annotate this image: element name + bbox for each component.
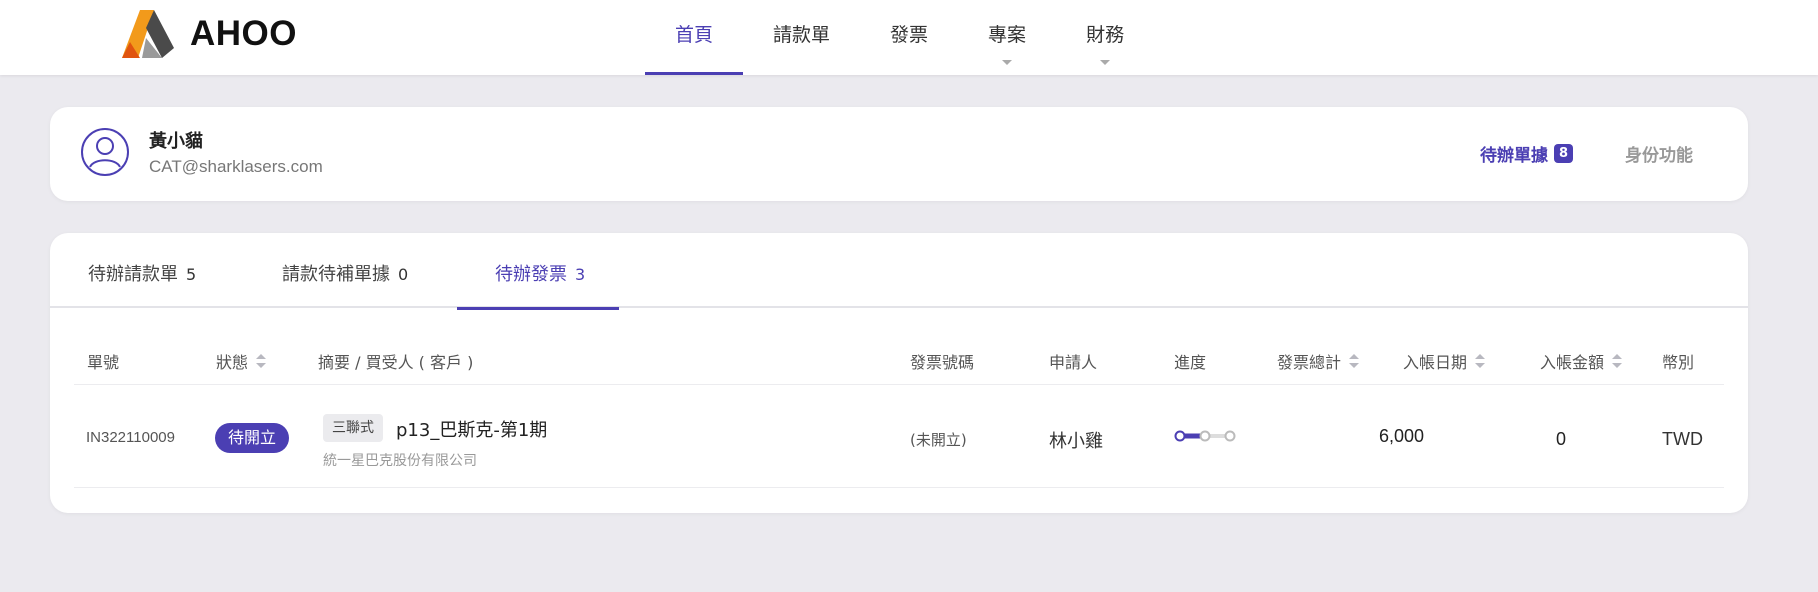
progress-steps-indicator (1174, 430, 1236, 442)
user-avatar-icon (81, 128, 129, 176)
col-header-progress: 進度 (1174, 349, 1206, 373)
table-row[interactable]: IN322110009 待開立 三聯式 p13_巴斯克-第1期 統一星巴克股份有… (74, 399, 1724, 488)
nav-invoices[interactable]: 發票 (860, 0, 958, 75)
progress-step-dot (1224, 430, 1236, 442)
col-header-label: 單號 (87, 353, 120, 372)
col-header-entry-amount[interactable]: 入帳金額 (1540, 349, 1623, 373)
tab-pending-invoices[interactable]: 待辦發票 3 (456, 233, 620, 310)
tab-label: 請款待補單據 (282, 264, 390, 285)
tab-count: 3 (575, 265, 586, 284)
chevron-down-icon (1002, 60, 1013, 65)
tab-label: 待辦請款單 (88, 264, 178, 285)
col-header-label: 發票總計 (1277, 353, 1342, 372)
table-header: 單號 狀態 摘要 / 買受人 ( 客戶 ) 發票號碼 申請人 進度 發票總計 入… (74, 335, 1724, 385)
nav-invoices-label: 發票 (890, 24, 929, 46)
invoice-type-tag: 三聯式 (323, 414, 383, 442)
row-applicant: 林小雞 (1049, 431, 1103, 452)
col-header-entry-date[interactable]: 入帳日期 (1403, 349, 1486, 373)
nav-home[interactable]: 首頁 (645, 0, 744, 75)
tab-bar: 待辦請款單 5 請款待補單據 0 待辦發票 3 (50, 233, 1748, 310)
col-header-invoice-no: 發票號碼 (910, 349, 974, 373)
nav-payment-requests-label: 請款單 (773, 24, 831, 46)
pending-items-card: 待辦請款單 5 請款待補單據 0 待辦發票 3 單號 狀態 摘要 / 買受人 ( 客戶… (50, 233, 1748, 513)
user-card: 黃小貓 CAT@sharklasers.com 待辦單據 8 身份功能 (50, 107, 1748, 201)
col-header-label: 申請人 (1049, 353, 1098, 372)
nav-payment-requests[interactable]: 請款單 (743, 0, 860, 75)
col-header-status[interactable]: 狀態 (216, 349, 267, 373)
user-email: CAT@sharklasers.com (149, 157, 323, 176)
sort-icon[interactable] (1612, 354, 1623, 368)
col-header-currency: 幣別 (1662, 349, 1694, 373)
progress-step-dot (1174, 430, 1186, 442)
brand-logo[interactable]: AHOO (118, 8, 297, 60)
col-header-label: 入帳日期 (1403, 353, 1468, 372)
nav-projects[interactable]: 專案 (958, 0, 1056, 75)
col-header-label: 發票號碼 (910, 353, 975, 372)
pending-documents-label: 待辦單據 (1480, 146, 1548, 166)
col-header-total[interactable]: 發票總計 (1277, 349, 1360, 373)
row-title[interactable]: p13_巴斯克-第1期 (396, 416, 547, 442)
row-invoice-no: (未開立) (910, 431, 967, 449)
col-header-summary: 摘要 / 買受人 ( 客戶 ) (318, 349, 473, 373)
tab-pending-payment-requests[interactable]: 待辦請款單 5 (88, 233, 196, 308)
tab-missing-documents[interactable]: 請款待補單據 0 (282, 233, 408, 308)
col-header-label: 入帳金額 (1540, 353, 1605, 372)
sort-icon[interactable] (1349, 354, 1360, 368)
nav-finance[interactable]: 財務 (1056, 0, 1154, 75)
col-header-label: 幣別 (1662, 353, 1695, 372)
status-badge[interactable]: 待開立 (215, 423, 290, 453)
main-nav: 首頁 請款單 發票 專案 財務 (645, 0, 1154, 75)
sort-icon[interactable] (1475, 354, 1486, 368)
row-entry-amount: 0 (1555, 429, 1566, 449)
col-header-id: 單號 (87, 349, 119, 373)
ahoo-logo-icon (122, 10, 174, 58)
sort-icon[interactable] (256, 354, 267, 368)
row-currency: TWD (1662, 429, 1703, 449)
user-name: 黃小貓 (149, 131, 203, 152)
nav-home-label: 首頁 (675, 24, 714, 46)
role-functions-link[interactable]: 身份功能 (1625, 141, 1693, 166)
nav-finance-label: 財務 (1086, 24, 1125, 46)
tab-label: 待辦發票 (495, 264, 567, 285)
brand-name: AHOO (190, 14, 297, 53)
progress-step-dot (1199, 430, 1211, 442)
row-total: 6,000 (1378, 426, 1424, 446)
row-id[interactable]: IN322110009 (86, 429, 175, 446)
col-header-label: 摘要 / 買受人 ( 客戶 ) (318, 353, 474, 372)
top-navbar: AHOO 首頁 請款單 發票 專案 財務 (0, 0, 1818, 75)
nav-projects-label: 專案 (988, 24, 1027, 46)
pending-documents-link[interactable]: 待辦單據 8 (1480, 141, 1574, 166)
col-header-applicant: 申請人 (1049, 349, 1097, 373)
col-header-label: 進度 (1174, 353, 1207, 372)
pending-count-badge: 8 (1554, 144, 1574, 163)
chevron-down-icon (1100, 60, 1111, 65)
row-client: 統一星巴克股份有限公司 (323, 453, 477, 469)
tab-count: 0 (398, 265, 409, 284)
tab-count: 5 (186, 265, 197, 284)
col-header-label: 狀態 (216, 353, 249, 372)
